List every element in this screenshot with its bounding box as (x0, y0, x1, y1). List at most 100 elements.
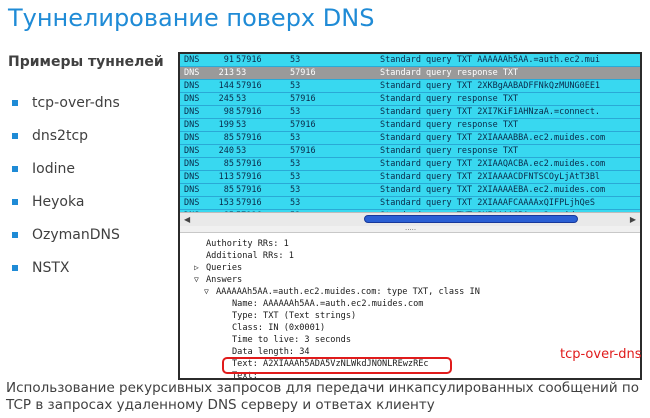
packet-info: Standard query TXT AAAAAAh5AA.=auth.ec2.… (380, 55, 601, 65)
packet-length: 153 (218, 198, 234, 208)
bullet-square-icon (12, 132, 18, 139)
packet-protocol: DNS (184, 94, 200, 104)
detail-ttl[interactable]: Time to live: 3 seconds (232, 334, 351, 346)
packet-protocol: DNS (184, 120, 200, 130)
table-row[interactable]: DNS 153 57916 53 Standard query TXT 2XIAAAFC… (180, 197, 640, 210)
detail-name[interactable]: Name: AAAAAAh5AA.=auth.ec2.muides.com (232, 298, 423, 310)
packet-info: Standard query TXT 2XIAAQACBA.ec2.muides… (380, 159, 606, 169)
packet-protocol: DNS (184, 68, 200, 78)
packet-dst-port: 57916 (290, 146, 316, 156)
packet-length: 85 (223, 133, 234, 143)
packet-src-port: 57916 (236, 133, 262, 143)
list-item: NSTX (8, 251, 120, 284)
detail-queries[interactable]: Queries (206, 262, 242, 274)
packet-info: Standard query response TXT (380, 68, 519, 78)
packet-src-port: 57916 (236, 81, 262, 91)
packet-dst-port: 53 (290, 159, 301, 169)
tunnel-list: tcp-over-dns dns2tcp Iodine Heyoka Ozyma… (8, 86, 120, 284)
text-highlight-box (222, 357, 452, 374)
packet-src-port: 57916 (236, 185, 262, 195)
tcp-over-dns-annotation: tcp-over-dns (560, 347, 642, 362)
packet-length: 240 (218, 146, 234, 156)
packet-length: 98 (223, 107, 234, 117)
packet-list[interactable]: DNS 91 57916 53 Standard query TXT AAAAAAh5A… (180, 54, 640, 212)
packet-protocol: DNS (184, 107, 200, 117)
packet-info: Standard query TXT 2XIAAAACDFNTSCOyLjAtT… (380, 172, 601, 182)
table-row[interactable]: DNS 91 57916 53 Standard query TXT AAAAAAh5A… (180, 54, 640, 67)
packet-dst-port: 53 (290, 172, 301, 182)
packet-protocol: DNS (184, 55, 200, 65)
slide-footer: Использование рекурсивных запросов для п… (6, 380, 639, 414)
table-row[interactable]: DNS 113 57916 53 Standard query TXT 2XIAAAAC… (180, 171, 640, 184)
packet-dst-port: 53 (290, 107, 301, 117)
packet-protocol: DNS (184, 146, 200, 156)
packet-dst-port: 53 (290, 133, 301, 143)
table-row[interactable]: DNS 85 57916 53 Standard query TXT 2XIAAAAEB… (180, 184, 640, 197)
packet-info: Standard query response TXT (380, 120, 519, 130)
detail-authority-rrs[interactable]: Authority RRs: 1 (206, 238, 289, 250)
table-row[interactable]: DNS 199 53 57916 Standard query response TXT (180, 119, 640, 132)
detail-answer-record[interactable]: AAAAAAh5AA.=auth.ec2.muides.com: type TX… (216, 286, 480, 298)
packet-length: 113 (218, 172, 234, 182)
bullet-square-icon (12, 231, 18, 238)
wireshark-window: DNS 91 57916 53 Standard query TXT AAAAAAh5A… (178, 52, 642, 380)
packet-dst-port: 53 (290, 55, 301, 65)
packet-length: 199 (218, 120, 234, 130)
table-row[interactable]: DNS 144 57916 53 Standard query TXT 2XKBgAAB… (180, 80, 640, 93)
list-item: OzymanDNS (8, 218, 120, 251)
splitter-grip-icon[interactable]: ..... (405, 225, 416, 232)
table-row[interactable]: DNS 85 57916 53 Standard query TXT 2XIAAAABB… (180, 132, 640, 145)
packet-dst-port: 57916 (290, 120, 316, 130)
packet-src-port: 57916 (236, 107, 262, 117)
pane-splitter[interactable]: ..... (180, 225, 640, 233)
packet-protocol: DNS (184, 133, 200, 143)
detail-additional-rrs[interactable]: Additional RRs: 1 (206, 250, 294, 262)
packet-src-port: 57916 (236, 172, 262, 182)
arrow-left-icon[interactable]: ◀ (184, 215, 190, 224)
arrow-right-icon[interactable]: ▶ (630, 215, 636, 224)
packet-protocol: DNS (184, 185, 200, 195)
list-item-label: OzymanDNS (32, 226, 120, 243)
packet-dst-port: 57916 (290, 68, 316, 78)
packet-src-port: 57916 (236, 159, 262, 169)
packet-length: 91 (223, 55, 234, 65)
packet-protocol: DNS (184, 172, 200, 182)
scrollbar-thumb[interactable] (364, 215, 578, 223)
table-row[interactable]: DNS 240 53 57916 Standard query response TXT (180, 145, 640, 158)
detail-answers[interactable]: Answers (206, 274, 242, 286)
packet-protocol: DNS (184, 198, 200, 208)
triangle-right-icon[interactable]: ▷ (194, 263, 199, 272)
list-item-label: dns2tcp (32, 127, 89, 144)
packet-length: 85 (223, 185, 234, 195)
table-row[interactable]: DNS 98 57916 53 Standard query TXT 2XI7KiF1A… (180, 106, 640, 119)
packet-src-port: 53 (236, 146, 247, 156)
list-item: tcp-over-dns (8, 86, 120, 119)
packet-protocol: DNS (184, 159, 200, 169)
packet-src-port: 53 (236, 68, 247, 78)
packet-info: Standard query TXT 2XIAAAAEBA.ec2.muides… (380, 185, 606, 195)
packet-dst-port: 53 (290, 81, 301, 91)
table-row[interactable]: DNS 85 57916 53 Standard query TXT 2XIAAQACB… (180, 158, 640, 171)
list-item-label: tcp-over-dns (32, 94, 120, 111)
table-row[interactable]: DNS 245 53 57916 Standard query response TXT (180, 93, 640, 106)
table-row[interactable]: DNS 213 53 57916 Standard query response TXT (180, 67, 640, 80)
list-item-label: Iodine (32, 160, 75, 177)
packet-length: 144 (218, 81, 234, 91)
packet-info: Standard query TXT 2XIAAAFCAAAAxQIFPLjhQ… (380, 198, 595, 208)
bullet-square-icon (12, 99, 18, 106)
packet-info: Standard query TXT 2XIAAAABBA.ec2.muides… (380, 133, 606, 143)
packet-dst-port: 53 (290, 185, 301, 195)
triangle-down-icon[interactable]: ▽ (194, 275, 199, 284)
detail-class[interactable]: Class: IN (0x0001) (232, 322, 325, 334)
bullet-square-icon (12, 198, 18, 205)
detail-type[interactable]: Type: TXT (Text strings) (232, 310, 356, 322)
packet-length: 85 (223, 159, 234, 169)
bullet-square-icon (12, 165, 18, 172)
triangle-down-icon[interactable]: ▽ (204, 287, 209, 296)
packet-src-port: 57916 (236, 55, 262, 65)
slide-subtitle: Примеры туннелей (8, 54, 164, 70)
bullet-square-icon (12, 264, 18, 271)
list-item: Iodine (8, 152, 120, 185)
packet-protocol: DNS (184, 81, 200, 91)
packet-dst-port: 53 (290, 198, 301, 208)
